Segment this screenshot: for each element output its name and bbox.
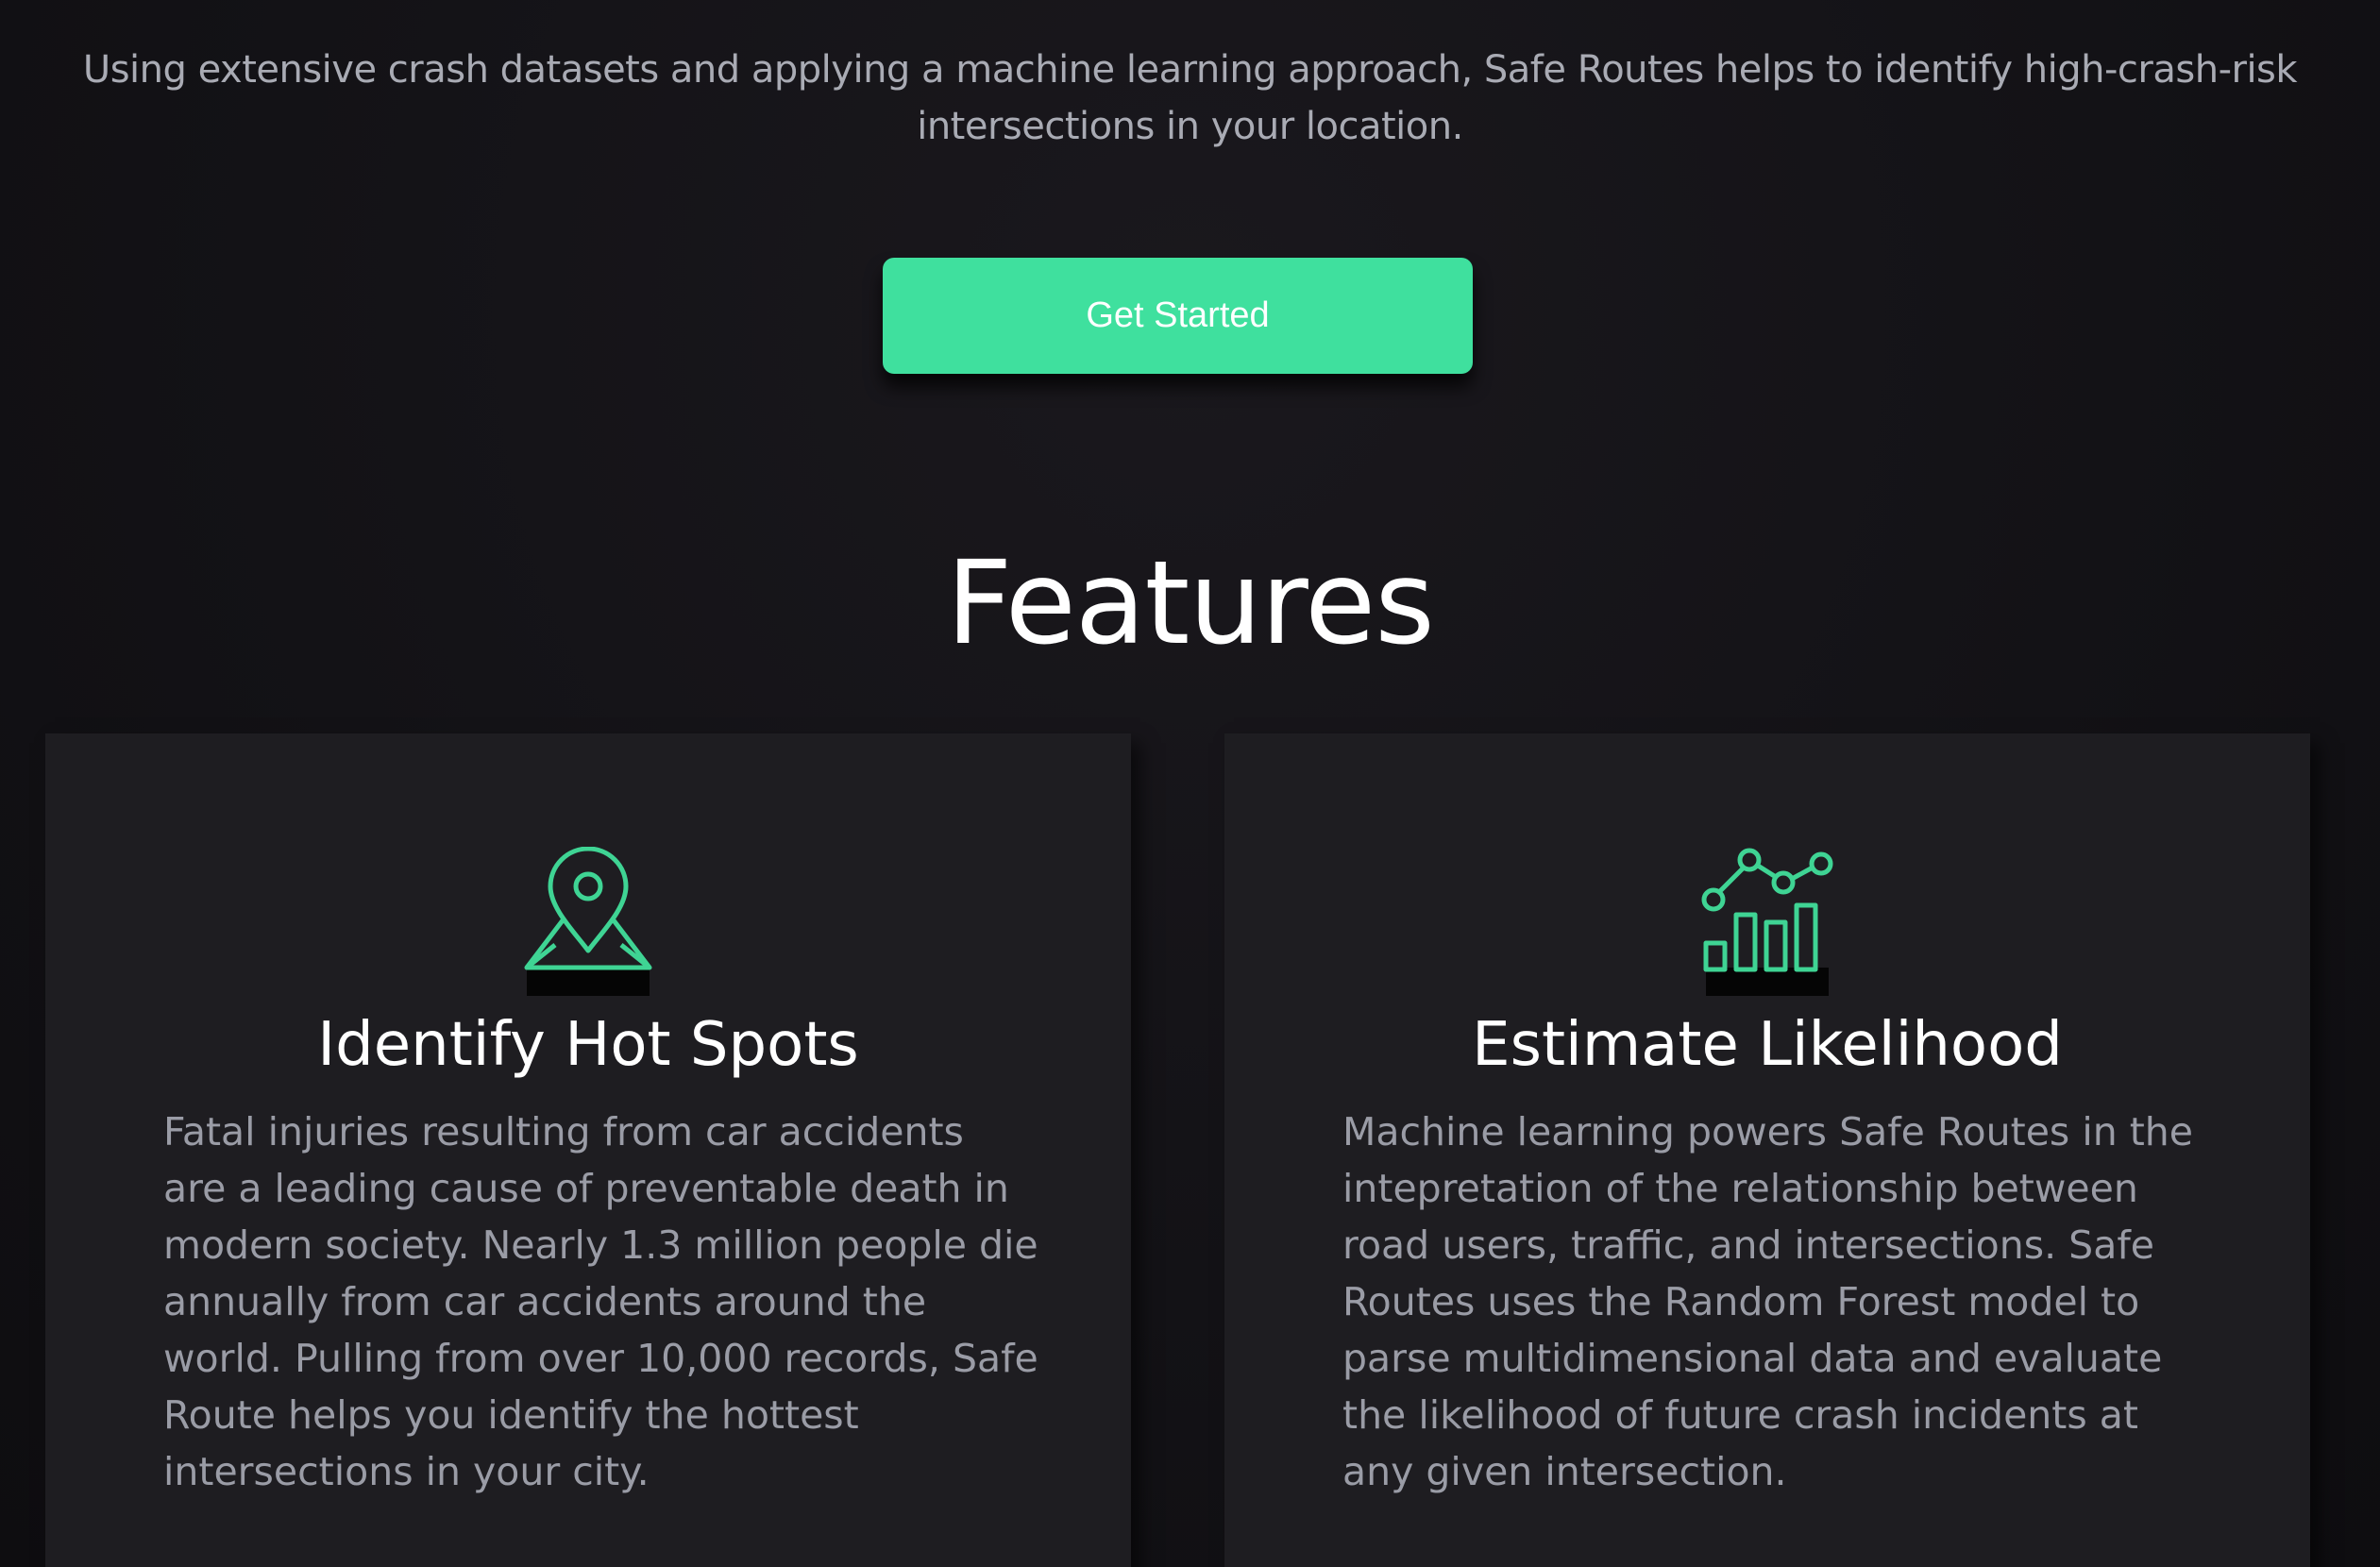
get-started-button[interactable]: Get Started (883, 258, 1473, 374)
description-line: Routes uses the Random Forest model to (1342, 1279, 2140, 1324)
description-line: Machine learning powers Safe Routes in t… (1342, 1109, 2194, 1154)
description-line: annually from car accidents around the (163, 1279, 927, 1324)
description-line: world. Pulling from over 10,000 records,… (163, 1336, 1038, 1381)
description-line: intepretation of the relationship betwee… (1342, 1166, 2138, 1211)
landing-page: Using extensive crash datasets and apply… (0, 0, 2380, 1567)
description-line: road users, traffic, and intersections. … (1342, 1222, 2154, 1268)
analytics-chart-icon (1696, 847, 1838, 996)
feature-title: Estimate Likelihood (1472, 1010, 2063, 1080)
feature-description: Fatal injuries resulting from car accide… (163, 1104, 1038, 1500)
map-pin-icon (517, 847, 659, 996)
description-line: Route helps you identify the hottest (163, 1392, 859, 1438)
description-line: intersections in your city. (163, 1449, 650, 1494)
feature-title: Identify Hot Spots (317, 1010, 859, 1080)
feature-card-likelihood: Estimate Likelihood Machine learning pow… (1224, 733, 2310, 1567)
features-heading: Features (946, 536, 1435, 670)
description-line: the likelihood of future crash incidents… (1342, 1392, 2138, 1438)
feature-card-hot-spots: Identify Hot Spots Fatal injuries result… (45, 733, 1131, 1567)
description-line: Fatal injuries resulting from car accide… (163, 1109, 964, 1154)
description-line: parse multidimensional data and evaluate (1342, 1336, 2163, 1381)
intro-text: Using extensive crash datasets and apply… (0, 42, 2380, 155)
intro-line-2: intersections in your location. (917, 105, 1463, 148)
description-line: are a leading cause of preventable death… (163, 1166, 1009, 1211)
description-line: any given intersection. (1342, 1449, 1787, 1494)
intro-line-1: Using extensive crash datasets and apply… (82, 48, 2298, 92)
feature-description: Machine learning powers Safe Routes in t… (1342, 1104, 2211, 1500)
description-line: modern society. Nearly 1.3 million peopl… (163, 1222, 1038, 1268)
